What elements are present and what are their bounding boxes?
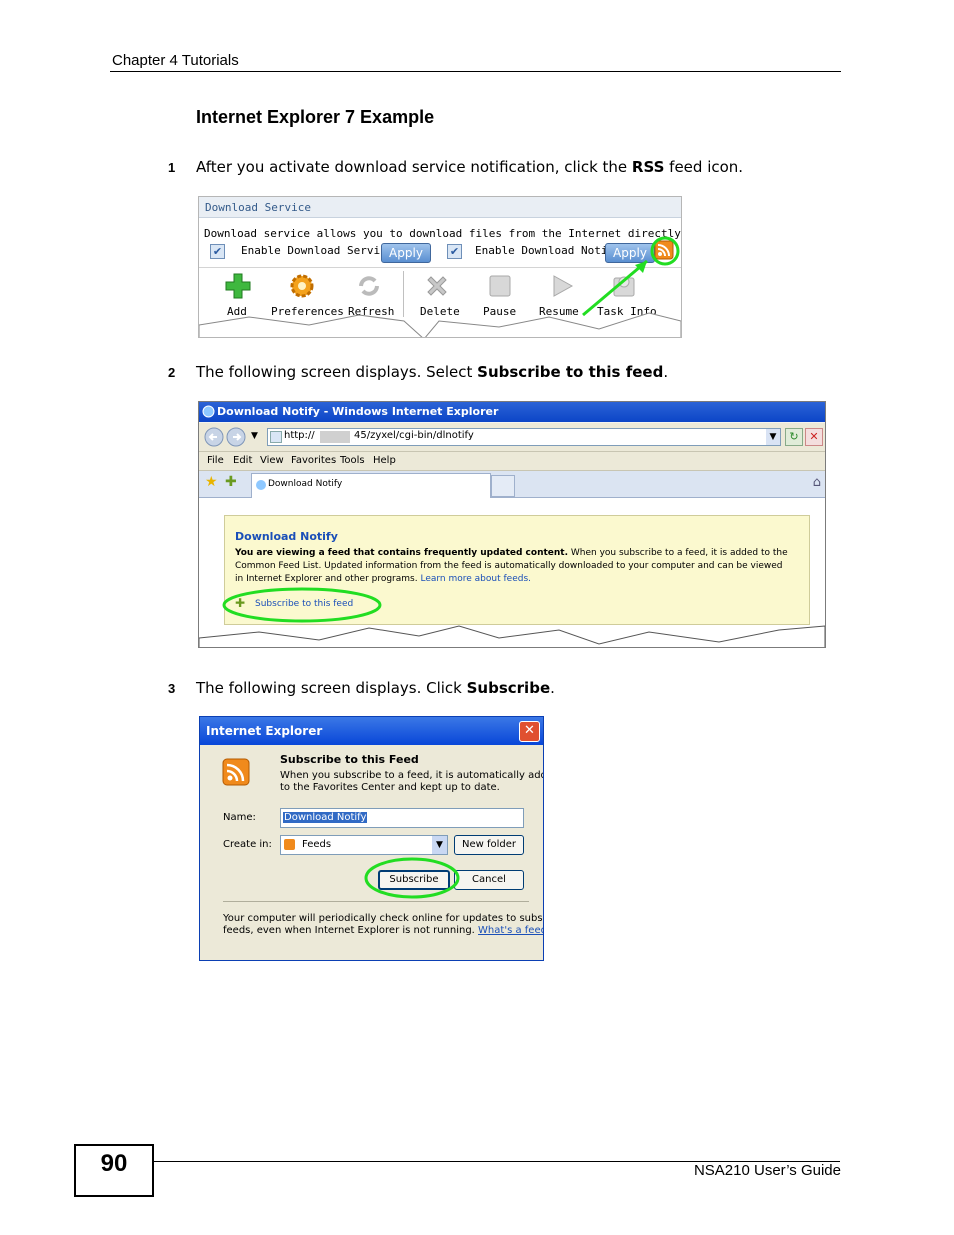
feed-heading: Download Notify: [235, 530, 338, 543]
favorites-star-icon[interactable]: ★: [205, 474, 218, 490]
address-dropdown-icon[interactable]: ▼: [766, 429, 780, 445]
menu-bar: File Edit View Favorites Tools Help: [199, 452, 825, 471]
subscribe-dialog-screenshot: Internet Explorer ✕ Subscribe to this Fe…: [199, 716, 544, 961]
download-service-screenshot: Download Service Download service allows…: [198, 196, 682, 338]
guide-title: NSA210 User’s Guide: [693, 1162, 841, 1179]
tab-ie-icon: [256, 480, 266, 490]
dialog-title-bar: Internet Explorer ✕: [200, 717, 543, 745]
dialog-heading: Subscribe to this Feed: [280, 753, 419, 766]
menu-view[interactable]: View: [260, 455, 284, 466]
step-text: The following screen displays. Click Sub…: [196, 679, 555, 697]
tab-download-notify[interactable]: Download Notify: [251, 473, 491, 498]
ie-logo-icon: [202, 405, 215, 418]
stop-icon[interactable]: ✕: [805, 428, 823, 446]
section-title: Internet Explorer 7 Example: [196, 107, 435, 127]
torn-edge: [199, 625, 825, 647]
redacted-ip: [320, 431, 350, 443]
refresh-icon[interactable]: [356, 273, 382, 299]
menu-tools[interactable]: Tools: [340, 455, 365, 466]
dialog-desc-2: to the Favorites Center and kept up to d…: [280, 782, 500, 793]
chevron-down-icon[interactable]: ▼: [432, 836, 447, 854]
enable-service-checkbox[interactable]: ✔: [210, 244, 225, 259]
create-in-select[interactable]: Feeds ▼: [280, 835, 448, 855]
menu-help[interactable]: Help: [373, 455, 396, 466]
url-prefix: http://: [284, 430, 315, 441]
rss-feed-icon: [222, 758, 250, 786]
dialog-title: Internet Explorer: [206, 724, 323, 738]
highlight-arrow: [582, 236, 680, 317]
menu-favorites[interactable]: Favorites: [291, 455, 336, 466]
play-icon[interactable]: [549, 273, 575, 299]
step-text: The following screen displays. Select Su…: [196, 363, 669, 381]
feed-text-line-2: Common Feed List. Updated information fr…: [235, 561, 783, 571]
menu-edit[interactable]: Edit: [233, 455, 252, 466]
panel-title: Download Service: [205, 201, 311, 214]
cancel-button[interactable]: Cancel: [454, 870, 524, 890]
history-dropdown-icon[interactable]: ▼: [251, 431, 258, 441]
feeds-folder-icon: [284, 839, 295, 850]
panel-title-bar: Download Service: [199, 197, 681, 218]
pause-icon[interactable]: [487, 273, 513, 299]
name-label: Name:: [223, 812, 256, 823]
whats-a-feed-link[interactable]: What's a feed?: [478, 925, 543, 936]
ie-title-bar: Download Notify - Windows Internet Explo…: [199, 402, 825, 422]
tab-label: Download Notify: [268, 479, 343, 489]
header-rule: [110, 71, 841, 72]
add-icon[interactable]: [225, 273, 251, 299]
create-in-value: Feeds: [302, 839, 332, 850]
ie-download-notify-screenshot: Download Notify - Windows Internet Explo…: [198, 401, 826, 648]
enable-notify-checkbox[interactable]: ✔: [447, 244, 462, 259]
learn-more-link[interactable]: Learn more about feeds.: [420, 574, 531, 584]
feed-text-line-3: in Internet Explorer and other programs.…: [235, 574, 531, 584]
new-folder-button[interactable]: New folder: [454, 835, 524, 855]
url-suffix: 45/zyxel/cgi-bin/dlnotify: [354, 430, 474, 441]
step-number: 1: [168, 160, 176, 175]
menu-file[interactable]: File: [207, 455, 224, 466]
step-number: 2: [168, 365, 176, 380]
dialog-divider: [223, 901, 529, 902]
delete-icon[interactable]: [424, 273, 450, 299]
feed-text-line-1: You are viewing a feed that contains fre…: [235, 548, 788, 558]
address-bar-row: ▼ http:// 45/zyxel/cgi-bin/dlnotify ▼ ↻ …: [199, 423, 825, 452]
step-number: 3: [168, 681, 176, 696]
go-refresh-icon[interactable]: ↻: [785, 428, 803, 446]
enable-service-label: Enable Download Service: [241, 244, 394, 257]
dialog-note-2: feeds, even when Internet Explorer is no…: [223, 925, 543, 936]
new-tab-button[interactable]: [491, 475, 515, 497]
back-forward-icon[interactable]: [203, 426, 251, 448]
step-text: After you activate download service noti…: [196, 158, 744, 176]
close-icon[interactable]: ✕: [519, 721, 540, 742]
subscribe-highlight-ellipse: [222, 587, 382, 623]
ie-window-title: Download Notify - Windows Internet Explo…: [217, 405, 499, 418]
add-favorites-icon[interactable]: ✚: [225, 474, 237, 490]
name-value: Download Notify: [283, 812, 368, 823]
dialog-desc-1: When you subscribe to a feed, it is auto…: [280, 770, 544, 781]
tab-bar: ★ ✚ Download Notify ⌂: [199, 471, 825, 498]
create-in-label: Create in:: [223, 839, 272, 850]
name-field[interactable]: Download Notify: [280, 808, 524, 828]
gear-icon[interactable]: [289, 273, 315, 299]
chapter-header: Chapter 4 Tutorials: [112, 52, 239, 69]
page-number: 90: [100, 1150, 128, 1177]
dialog-note-1: Your computer will periodically check on…: [223, 913, 544, 924]
subscribe-highlight-ellipse: [364, 857, 460, 899]
home-icon[interactable]: ⌂: [813, 475, 821, 490]
page-content: Download Notify You are viewing a feed t…: [199, 498, 825, 647]
page-icon: [270, 431, 282, 443]
apply-service-button[interactable]: Apply: [381, 243, 431, 263]
address-field[interactable]: http:// 45/zyxel/cgi-bin/dlnotify ▼: [267, 428, 781, 446]
